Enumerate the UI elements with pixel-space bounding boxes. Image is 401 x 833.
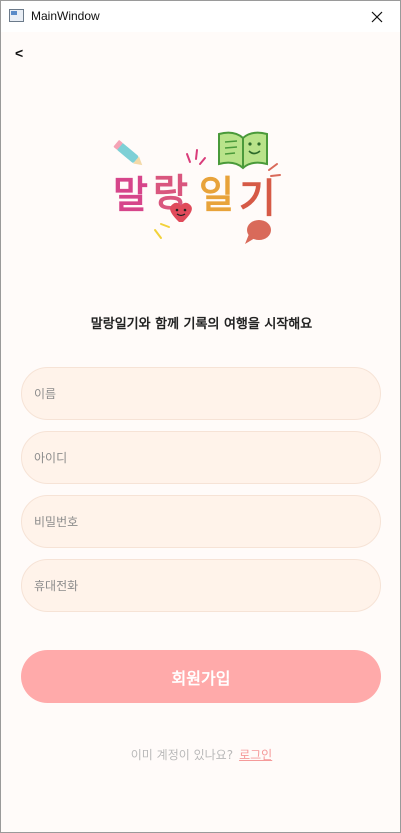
signup-subtitle: 말랑일기와 함께 기록의 여행을 시작해요	[90, 317, 313, 332]
name-input[interactable]	[34, 386, 380, 401]
name-field[interactable]	[21, 367, 381, 420]
signup-button[interactable]: 회원가입	[21, 650, 381, 703]
svg-text:기: 기	[239, 176, 276, 222]
window-title: MainWindow	[31, 9, 100, 23]
login-prompt-row: 이미 계정이 있나요? 로그인	[1, 746, 401, 763]
app-window-icon	[9, 9, 24, 22]
login-prompt-text: 이미 계정이 있나요?	[130, 748, 234, 762]
svg-text:말: 말	[113, 173, 148, 217]
id-input[interactable]	[34, 450, 380, 465]
id-field[interactable]	[21, 431, 381, 484]
malang-diary-logo: 말 랑 일 기	[113, 131, 281, 244]
phone-input[interactable]	[34, 578, 380, 593]
phone-field[interactable]	[21, 559, 381, 612]
back-button[interactable]: <	[15, 45, 35, 63]
close-button[interactable]	[354, 1, 400, 32]
main-window: MainWindow < 말 랑 일 기 말랑일기와 함께 기록의 여행을 시작…	[0, 0, 401, 833]
login-link[interactable]: 로그인	[239, 748, 272, 762]
close-icon	[371, 11, 383, 22]
title-bar: MainWindow	[1, 1, 400, 32]
svg-text:일: 일	[199, 173, 234, 217]
password-field[interactable]	[21, 495, 381, 548]
password-input[interactable]	[34, 514, 380, 529]
